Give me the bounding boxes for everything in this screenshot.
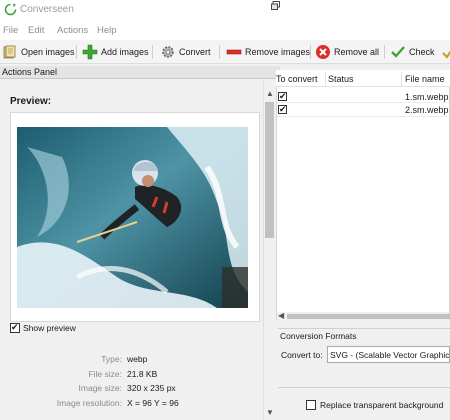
column-divider: [325, 72, 326, 86]
toolbar: Open images Add images Convert Remove im…: [0, 40, 450, 64]
info-file-size-value: 21.8 KB: [127, 369, 158, 379]
scroll-down-icon[interactable]: ▼: [266, 408, 274, 417]
replace-transparent-checkbox[interactable]: [306, 400, 316, 410]
toolbar-separator: [384, 45, 385, 59]
info-file-size-label: File size:: [88, 369, 122, 379]
image-list-header: To convert Status File name: [276, 70, 450, 87]
remove-images-button[interactable]: Remove images: [226, 42, 310, 62]
open-images-label: Open images: [21, 47, 75, 57]
column-file-name[interactable]: File name: [405, 74, 445, 84]
toolbar-separator: [310, 45, 311, 59]
menu-help[interactable]: Help: [97, 25, 117, 36]
add-images-label: Add images: [101, 47, 149, 57]
gear-icon: [162, 46, 174, 58]
preview-heading: Preview:: [10, 96, 52, 107]
remove-images-label: Remove images: [245, 47, 311, 57]
menu-actions[interactable]: Actions: [57, 25, 88, 36]
show-preview-checkbox[interactable]: ✔: [10, 322, 20, 333]
minus-icon: [226, 49, 242, 55]
window-title: Converseen: [20, 4, 74, 15]
checkmark-icon: ✔: [279, 91, 287, 101]
uncheck-icon[interactable]: [442, 44, 450, 60]
menu-edit[interactable]: Edit: [28, 25, 44, 36]
info-image-size-label: Image size:: [78, 383, 122, 393]
info-image-size-value: 320 x 235 px: [127, 383, 176, 393]
info-type-label: Type:: [101, 354, 122, 364]
info-resolution-value: X = 96 Y = 96: [127, 398, 179, 408]
scroll-left-icon[interactable]: ◀: [278, 311, 284, 320]
remove-all-button[interactable]: Remove all: [315, 42, 379, 62]
row-file-name[interactable]: 2.sm.webp: [405, 105, 449, 115]
toolbar-separator: [152, 45, 153, 59]
convert-button[interactable]: Convert: [160, 42, 211, 62]
preview-image: [17, 127, 248, 308]
row-divider: [277, 102, 449, 103]
menu-bar: File Edit Actions Help: [0, 20, 450, 40]
convert-label: Convert: [179, 47, 211, 57]
actions-panel-title: Actions Panel: [2, 67, 58, 77]
show-preview-label: Show preview: [23, 323, 76, 333]
add-images-button[interactable]: Add images: [82, 42, 149, 62]
replace-transparent-label: Replace transparent background: [320, 400, 444, 410]
check-button[interactable]: Check: [390, 42, 435, 62]
remove-all-label: Remove all: [334, 47, 380, 57]
check-label: Check: [409, 47, 435, 57]
remove-all-icon: [316, 45, 330, 59]
row-divider: [277, 116, 449, 117]
info-resolution-label: Image resolution:: [56, 398, 122, 408]
info-type-value: webp: [127, 354, 148, 364]
conversion-formats-title: Conversion Formats: [280, 331, 357, 341]
scroll-up-icon[interactable]: ▲: [266, 89, 274, 98]
plus-icon: [82, 44, 98, 60]
convert-to-label: Convert to:: [281, 350, 323, 360]
section-divider: [278, 328, 450, 329]
float-panel-icon[interactable]: [271, 1, 280, 10]
actions-panel-header: Actions Panel: [0, 66, 280, 79]
folder-open-icon: [3, 45, 16, 59]
menu-file[interactable]: File: [3, 25, 18, 36]
checkmark-icon: ✔: [279, 104, 287, 114]
checkmark-icon: ✔: [11, 322, 19, 332]
toolbar-separator: [76, 45, 77, 59]
app-logo-icon: [4, 3, 17, 16]
column-status[interactable]: Status: [328, 74, 354, 84]
row-checkbox[interactable]: ✔: [278, 104, 287, 114]
row-checkbox[interactable]: ✔: [278, 91, 287, 101]
format-select[interactable]: SVG - (Scalable Vector Graphics): [327, 346, 450, 363]
column-to-convert[interactable]: To convert: [276, 74, 318, 84]
check-icon: [391, 46, 405, 58]
panel-scroll-thumb[interactable]: [265, 102, 274, 238]
list-scroll-thumb[interactable]: [287, 314, 450, 319]
section-divider: [278, 387, 450, 388]
column-divider: [401, 72, 402, 86]
toolbar-separator: [219, 45, 220, 59]
row-file-name[interactable]: 1.sm.webp: [405, 92, 449, 102]
open-images-button[interactable]: Open images: [2, 42, 75, 62]
